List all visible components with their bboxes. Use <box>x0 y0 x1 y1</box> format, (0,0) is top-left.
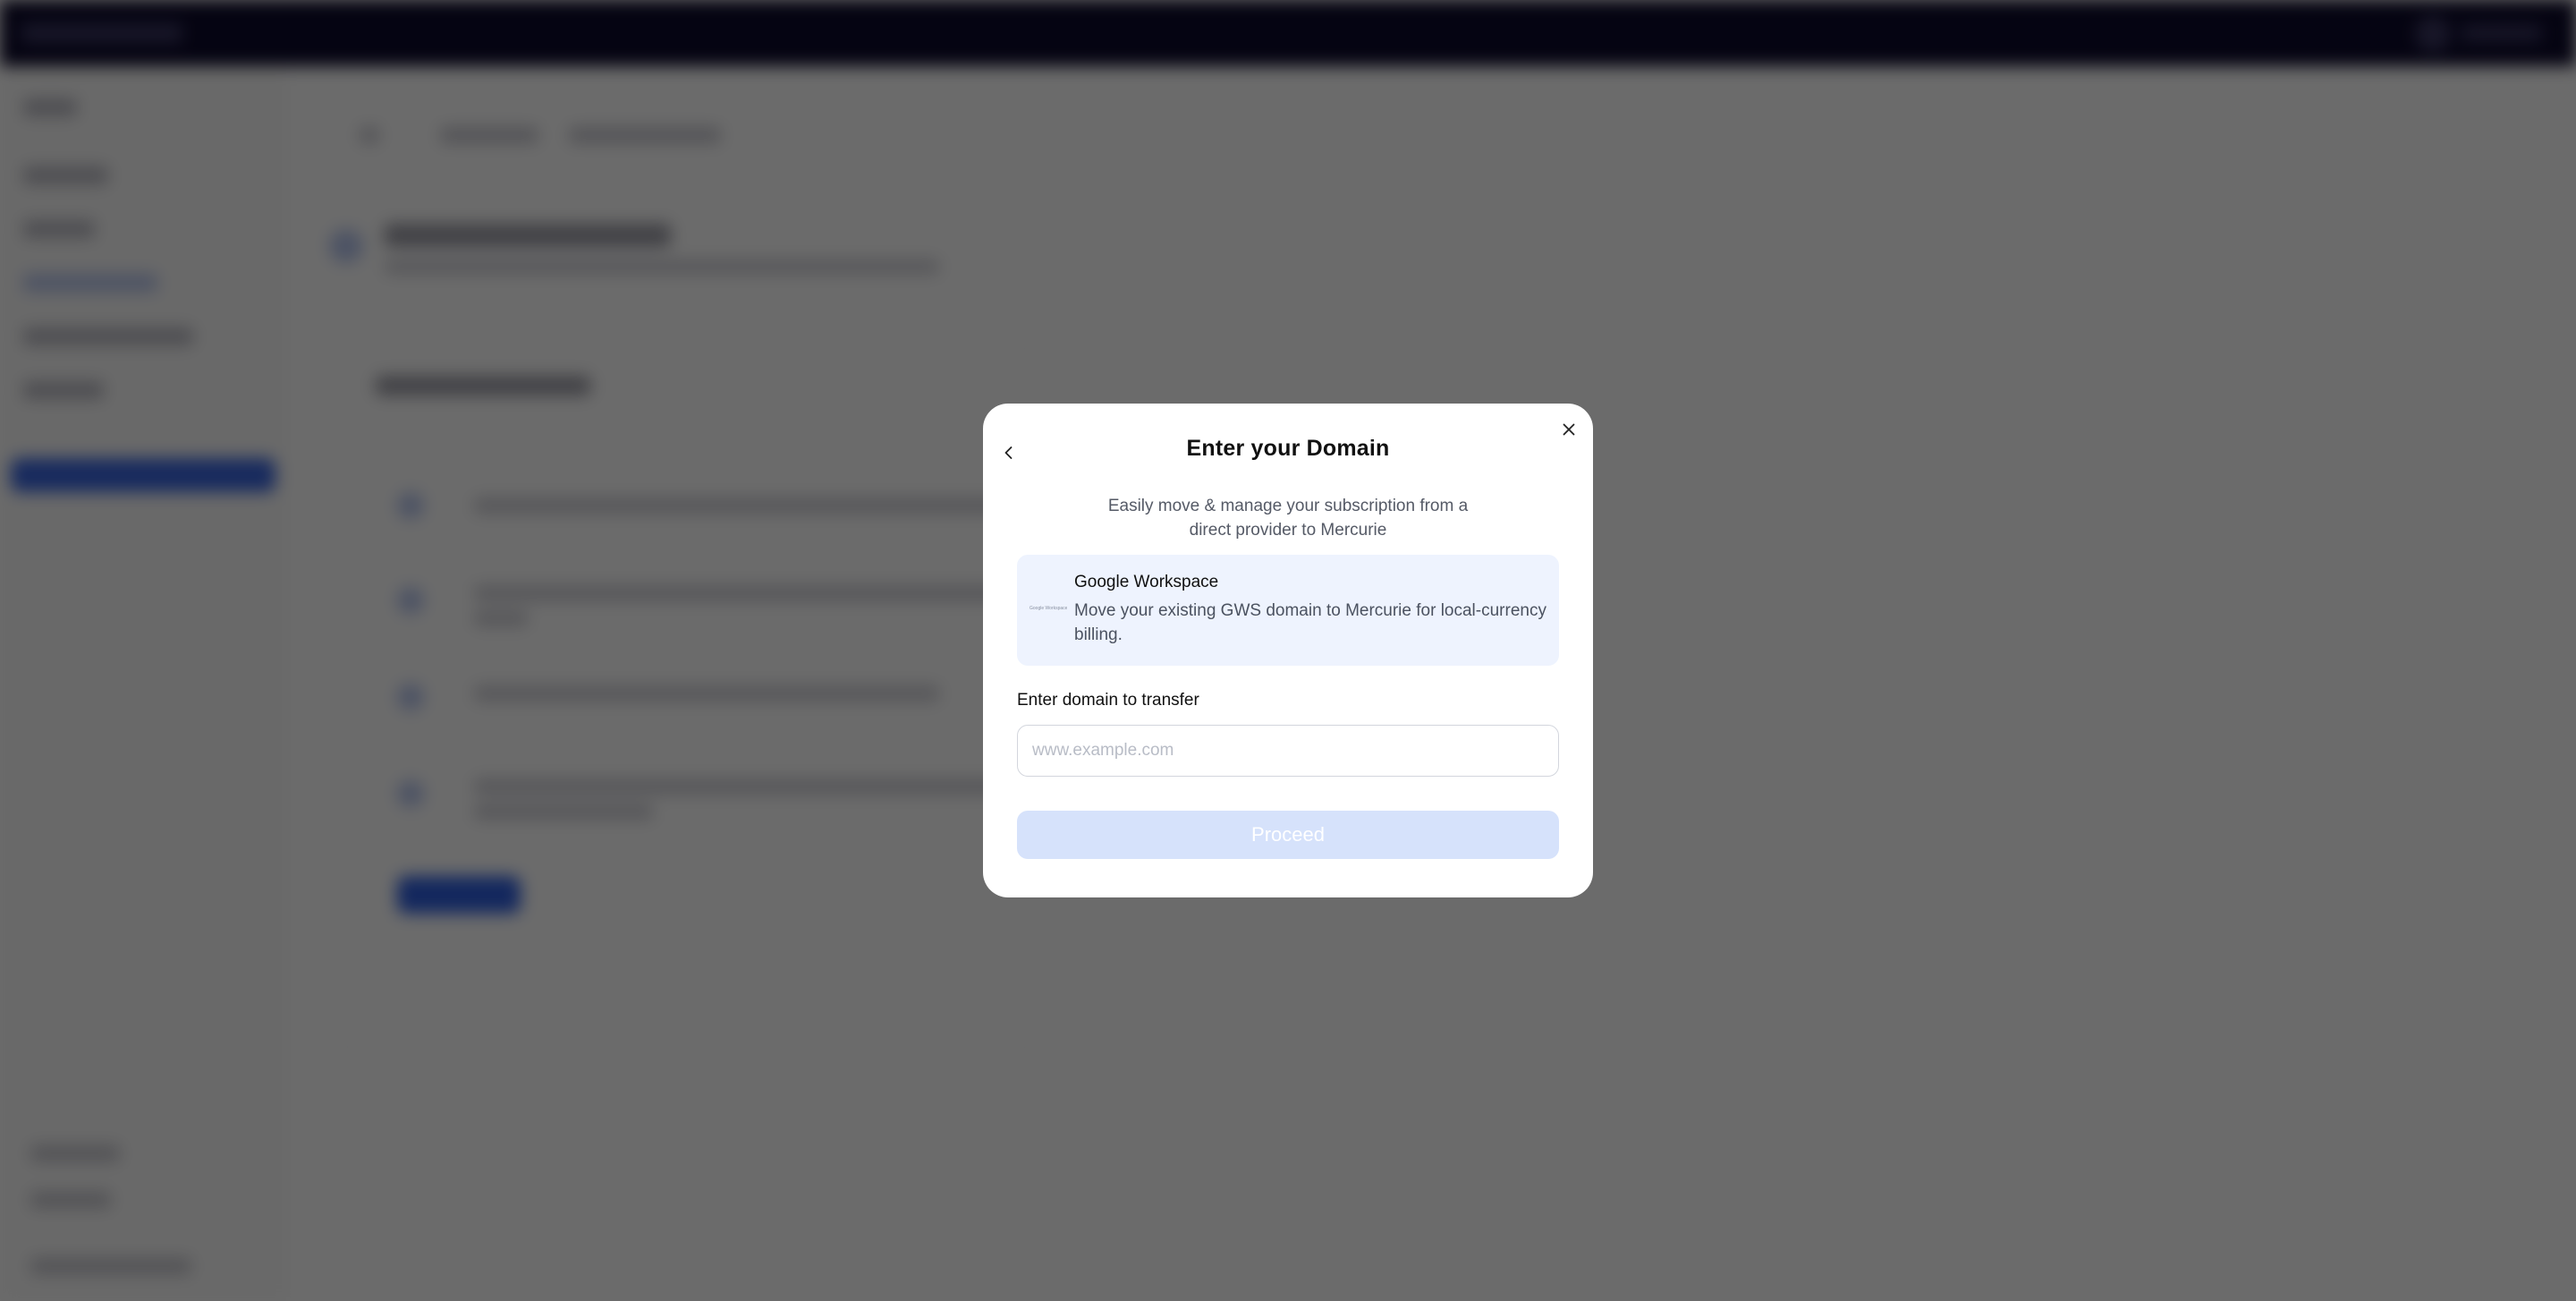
proceed-button[interactable]: Proceed <box>1017 811 1559 859</box>
enter-domain-modal: Enter your Domain Easily move & manage y… <box>983 404 1593 897</box>
provider-name: Google Workspace <box>1074 573 1219 591</box>
domain-field-label: Enter domain to transfer <box>1017 691 1199 710</box>
provider-description: Move your existing GWS domain to Mercuri… <box>1074 601 1546 644</box>
provider-card-google-workspace[interactable]: Google Workspace Google Workspace Move y… <box>1017 555 1559 666</box>
google-workspace-logo: Google Workspace <box>1030 606 1067 611</box>
modal-title: Enter your Domain <box>1186 436 1390 461</box>
domain-input[interactable] <box>1017 725 1559 777</box>
modal-description: Easily move & manage your subscription f… <box>1107 497 1469 540</box>
